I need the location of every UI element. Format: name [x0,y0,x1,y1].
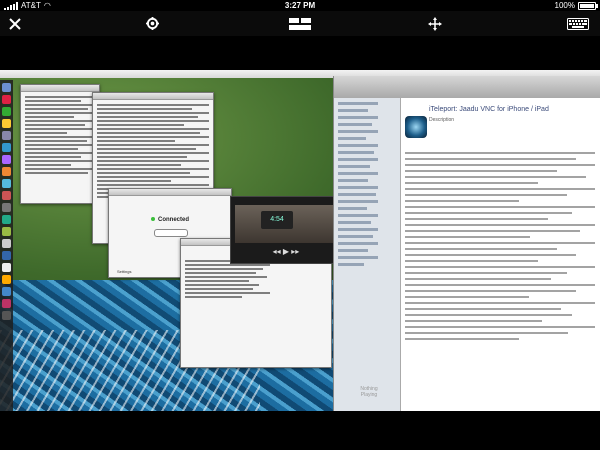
mac-dock[interactable] [0,80,13,411]
status-right: 100% [554,0,598,11]
itunes-window[interactable]: Nothing Playing iTeleport: Jaadu VNC for… [333,76,600,411]
playback-controls[interactable]: ◂◂ ▶ ▸▸ [251,247,321,257]
move-arrows-icon[interactable] [426,14,444,33]
itunes-sidebar[interactable]: Nothing Playing [334,98,401,411]
video-player-window[interactable]: 4:54 ◂◂ ▶ ▸▸ [230,196,340,264]
nothing-playing-label: Nothing Playing [360,386,378,398]
settings-label[interactable]: Settings [117,269,131,274]
keyboard-icon[interactable] [565,14,591,33]
document-text [93,100,213,202]
screens-icon[interactable] [280,14,320,33]
vnc-toolbar [0,11,600,36]
connection-status: Connected [109,217,231,223]
battery-label: 100% [554,1,575,10]
window-titlebar[interactable] [21,85,99,92]
window-titlebar[interactable] [109,189,231,196]
status-bar: AT&T ◠ 3:27 PM 100% [0,0,600,11]
battery-icon [578,1,598,10]
gear-icon[interactable] [143,14,161,33]
clock-label: 3:27 PM [284,1,316,10]
connected-label: Connected [157,217,189,223]
window-titlebar[interactable] [93,93,213,100]
app-description-text [405,148,595,344]
itunes-store-page[interactable]: iTeleport: Jaadu VNC for iPhone / iPad D… [401,98,600,411]
app-title: iTeleport: Jaadu VNC for iPhone / iPad [429,106,549,113]
disconnect-button[interactable] [154,229,188,237]
video-clock-display: 4:54 [261,211,293,229]
status-dot-icon [150,217,155,222]
document-text [21,92,99,178]
description-heading: Description [429,117,455,123]
text-editor-window[interactable] [20,84,100,204]
itunes-toolbar[interactable] [334,76,600,99]
app-icon [405,116,427,138]
remote-desktop-view[interactable]: Connected Settings 4:54 ◂◂ ▶ ▸▸ Nothing … [0,70,600,411]
close-icon[interactable] [6,14,24,33]
bottom-letterbox [0,411,600,450]
